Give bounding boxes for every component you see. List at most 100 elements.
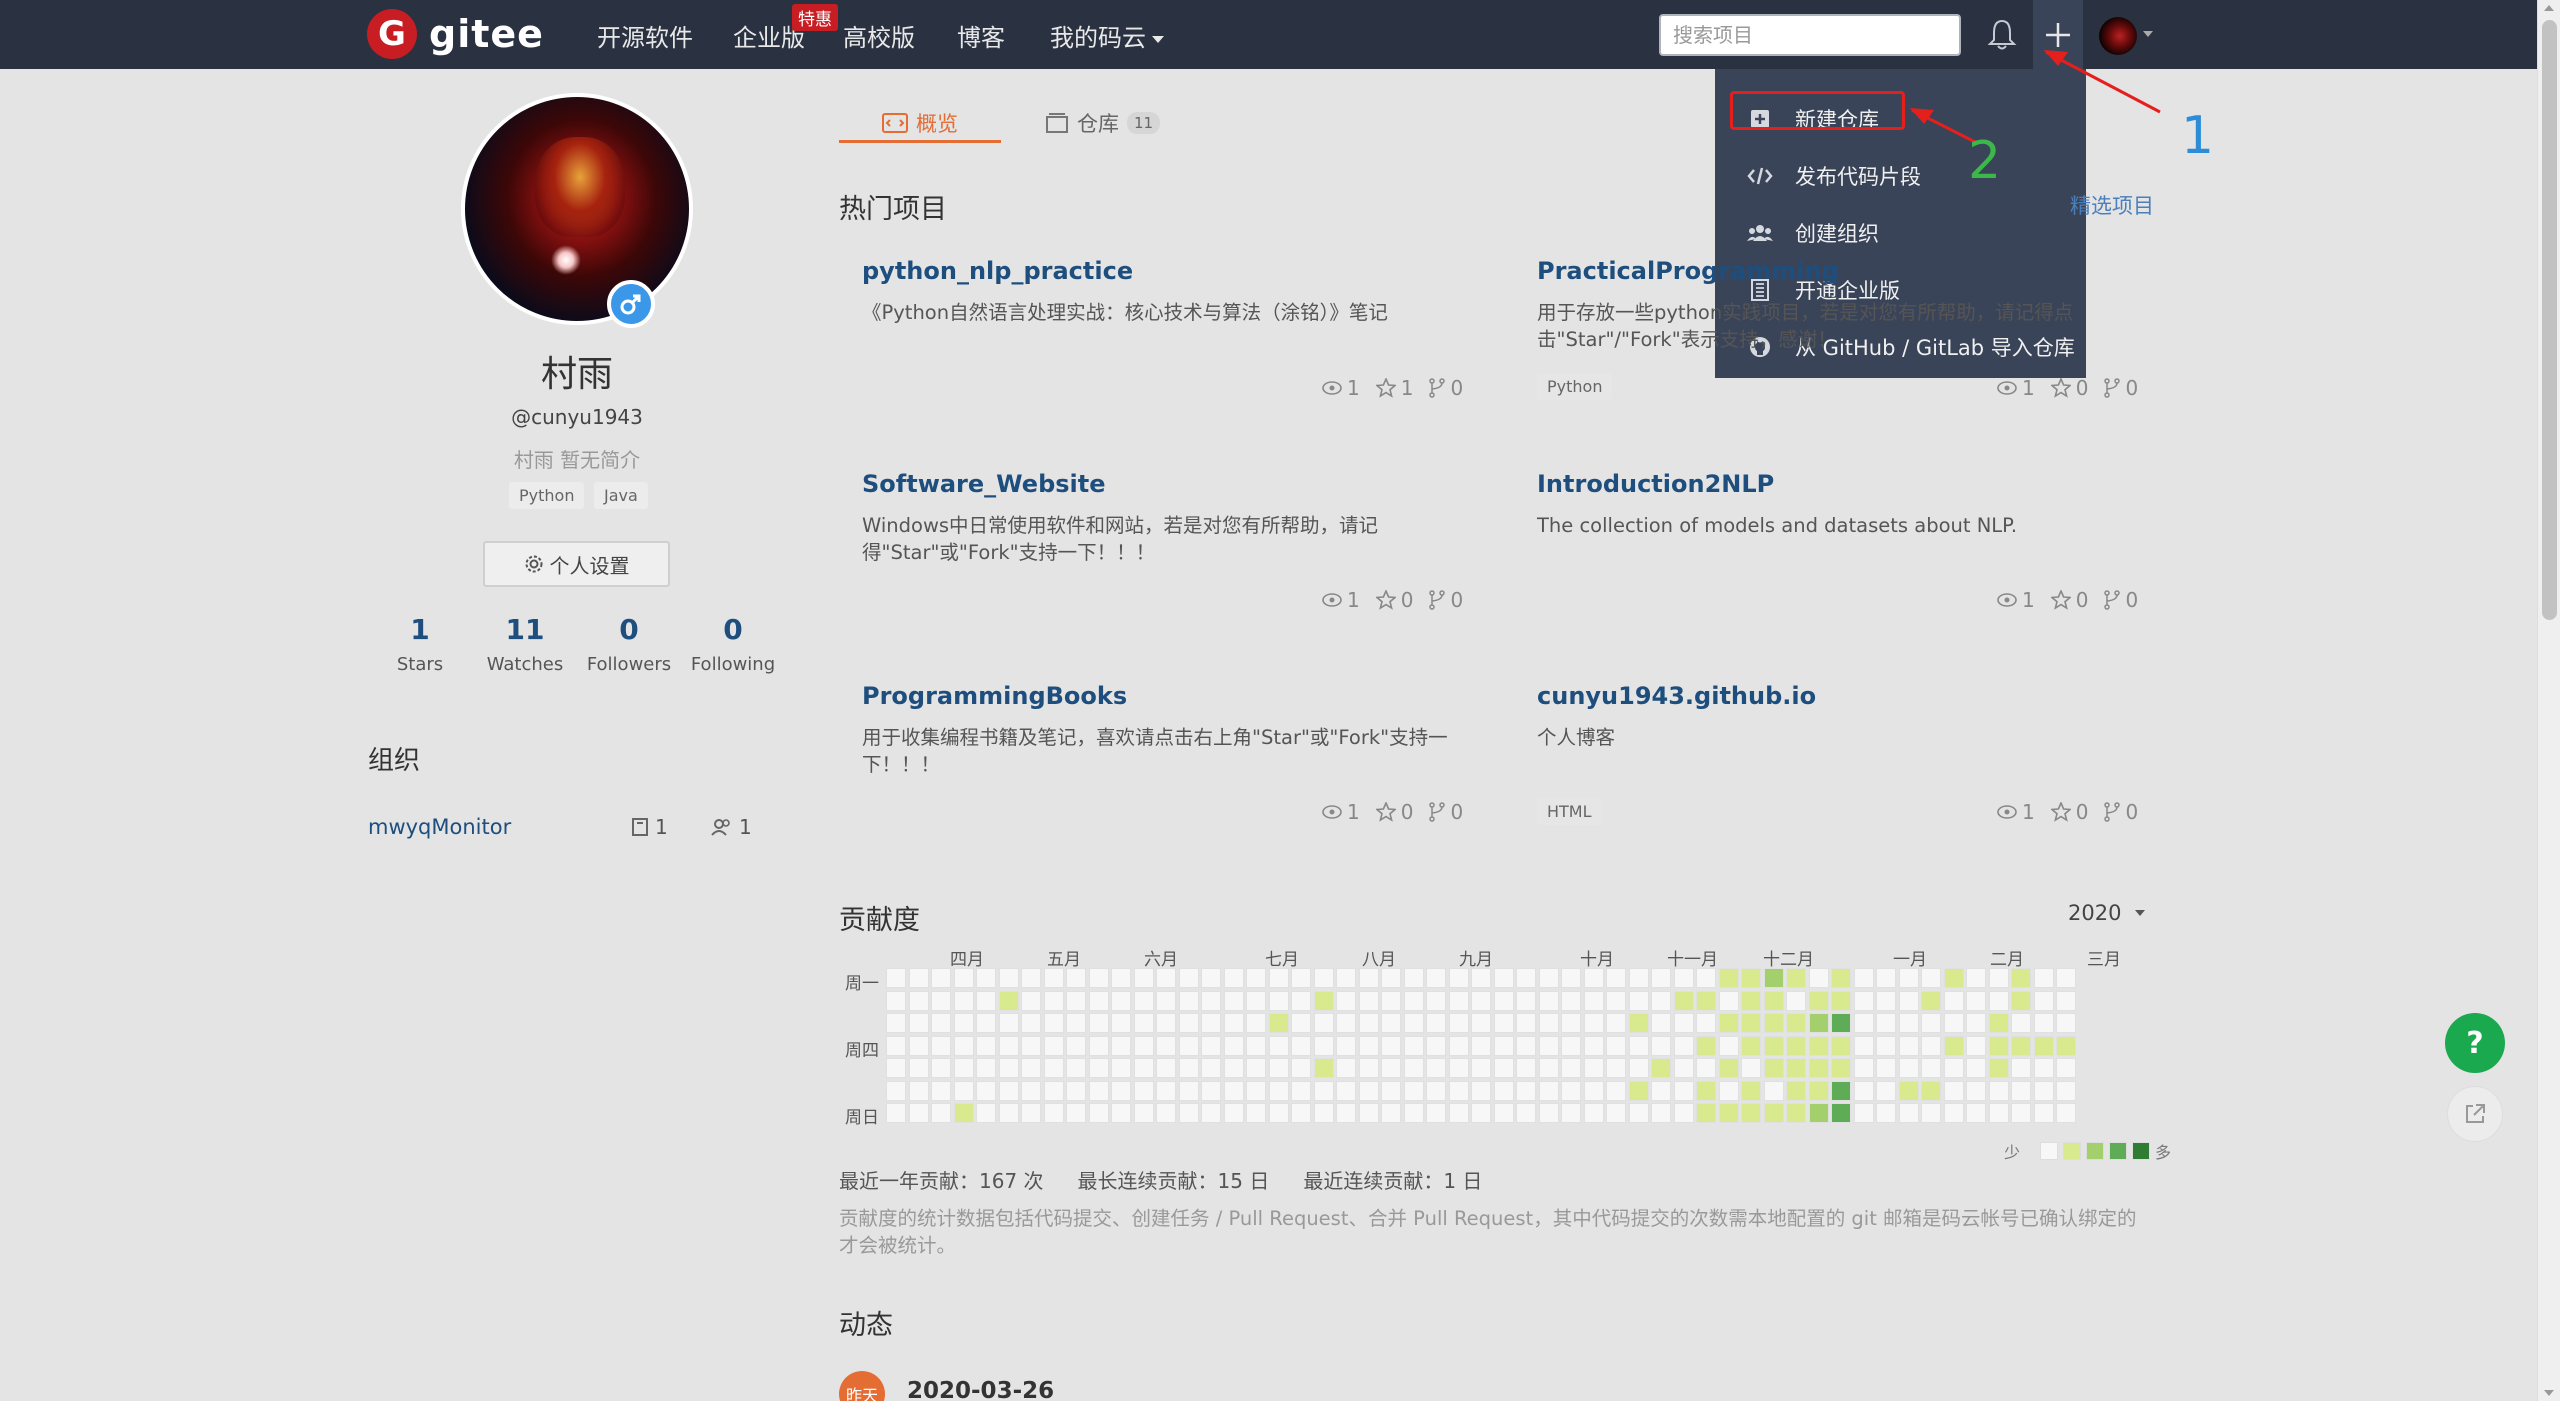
heatmap-cell[interactable] [1088,968,1109,988]
heatmap-cell[interactable] [1493,1103,1514,1123]
heatmap-cell[interactable] [1628,1103,1649,1123]
heatmap-cell[interactable] [1246,968,1266,988]
year-select[interactable]: 2020 [2068,901,2146,925]
heatmap-cell[interactable] [1741,990,1761,1011]
heatmap-cell[interactable] [1133,968,1154,988]
heatmap-cell[interactable] [1043,1035,1064,1056]
heatmap-cell[interactable] [931,1103,951,1123]
heatmap-cell[interactable] [1426,1058,1446,1078]
heatmap-cell[interactable] [1268,1035,1289,1056]
heatmap-cell[interactable] [1448,968,1469,988]
heatmap-cell[interactable] [2011,1058,2031,1078]
heatmap-cell[interactable] [1201,1080,1221,1101]
heatmap-cell[interactable] [1741,1013,1761,1033]
heatmap-cell[interactable] [1471,1103,1491,1123]
heatmap-cell[interactable] [1403,990,1424,1011]
heatmap-cell[interactable] [1426,1035,1446,1056]
heatmap-cell[interactable] [998,990,1019,1011]
heatmap-cell[interactable] [1381,1058,1401,1078]
heatmap-cell[interactable] [2011,1013,2031,1033]
heatmap-cell[interactable] [1763,1013,1784,1033]
heatmap-cell[interactable] [1223,990,1244,1011]
heatmap-cell[interactable] [1763,1080,1784,1101]
heatmap-cell[interactable] [1471,1058,1491,1078]
heatmap-cell[interactable] [1043,990,1064,1011]
heatmap-cell[interactable] [1786,990,1806,1011]
heatmap-cell[interactable] [1988,968,2009,988]
heatmap-cell[interactable] [1853,990,1874,1011]
heatmap-cell[interactable] [1336,968,1356,988]
org-link[interactable]: mwyqMonitor [368,815,511,839]
heatmap-cell[interactable] [2011,1035,2031,1056]
heatmap-cell[interactable] [1021,968,1041,988]
heatmap-cell[interactable] [1313,1080,1334,1101]
heatmap-cell[interactable] [1966,1058,1986,1078]
heatmap-cell[interactable] [1808,990,1829,1011]
project-language-tag[interactable]: Python [1537,373,1613,400]
scroll-up-arrow-icon[interactable] [2544,5,2554,11]
heatmap-cell[interactable] [1966,990,1986,1011]
heatmap-cell[interactable] [1831,990,1851,1011]
heatmap-cell[interactable] [1223,1103,1244,1123]
heatmap-cell[interactable] [1021,990,1041,1011]
heatmap-cell[interactable] [1156,1080,1176,1101]
heatmap-cell[interactable] [1403,1080,1424,1101]
menu-create-org[interactable]: 创建组织 [1715,204,2086,261]
heatmap-cell[interactable] [1178,1058,1199,1078]
heatmap-cell[interactable] [1808,1013,1829,1033]
heatmap-cell[interactable] [1718,1013,1739,1033]
heatmap-cell[interactable] [1201,1013,1221,1033]
heatmap-cell[interactable] [2056,1035,2076,1056]
heatmap-cell[interactable] [998,1013,1019,1033]
heatmap-cell[interactable] [1043,1058,1064,1078]
heatmap-cell[interactable] [1066,968,1086,988]
heatmap-cell[interactable] [1921,990,1941,1011]
project-language-tag[interactable]: HTML [1537,798,1602,825]
heatmap-cell[interactable] [1426,1103,1446,1123]
heatmap-cell[interactable] [1223,968,1244,988]
heatmap-cell[interactable] [1313,968,1334,988]
heatmap-cell[interactable] [1651,1080,1671,1101]
project-title-link[interactable]: PracticalProgramming [1537,257,2157,285]
heatmap-cell[interactable] [2056,1080,2076,1101]
heatmap-cell[interactable] [1538,1013,1559,1033]
heatmap-cell[interactable] [1561,968,1581,988]
heatmap-cell[interactable] [1066,1035,1086,1056]
heatmap-cell[interactable] [1651,1013,1671,1033]
heatmap-cell[interactable] [1561,1035,1581,1056]
heatmap-cell[interactable] [1066,990,1086,1011]
heatmap-cell[interactable] [1988,1035,2009,1056]
heatmap-cell[interactable] [1718,968,1739,988]
heatmap-cell[interactable] [1853,1103,1874,1123]
heatmap-cell[interactable] [1876,1013,1896,1033]
heatmap-cell[interactable] [1043,1080,1064,1101]
heatmap-cell[interactable] [1943,990,1964,1011]
heatmap-cell[interactable] [1718,1080,1739,1101]
heatmap-cell[interactable] [1628,1035,1649,1056]
heatmap-cell[interactable] [998,1058,1019,1078]
heatmap-cell[interactable] [1718,1103,1739,1123]
heatmap-cell[interactable] [1268,1013,1289,1033]
project-title-link[interactable]: python_nlp_practice [862,257,1482,285]
heatmap-cell[interactable] [1223,1035,1244,1056]
heatmap-cell[interactable] [1966,1013,1986,1033]
heatmap-cell[interactable] [1696,990,1716,1011]
heatmap-cell[interactable] [1988,1080,2009,1101]
heatmap-cell[interactable] [908,1013,929,1033]
heatmap-cell[interactable] [1831,1058,1851,1078]
heatmap-cell[interactable] [976,1103,996,1123]
heatmap-cell[interactable] [1358,1013,1379,1033]
heatmap-cell[interactable] [1111,1035,1131,1056]
heatmap-cell[interactable] [2033,1080,2054,1101]
heatmap-cell[interactable] [1741,968,1761,988]
heatmap-cell[interactable] [1156,968,1176,988]
share-button[interactable] [2447,1086,2503,1142]
heatmap-cell[interactable] [1853,1035,1874,1056]
heatmap-cell[interactable] [1988,990,2009,1011]
heatmap-cell[interactable] [1066,1080,1086,1101]
heatmap-cell[interactable] [1943,1058,1964,1078]
heatmap-cell[interactable] [1088,1035,1109,1056]
heatmap-cell[interactable] [976,1035,996,1056]
heatmap-cell[interactable] [1336,1058,1356,1078]
heatmap-cell[interactable] [931,1013,951,1033]
